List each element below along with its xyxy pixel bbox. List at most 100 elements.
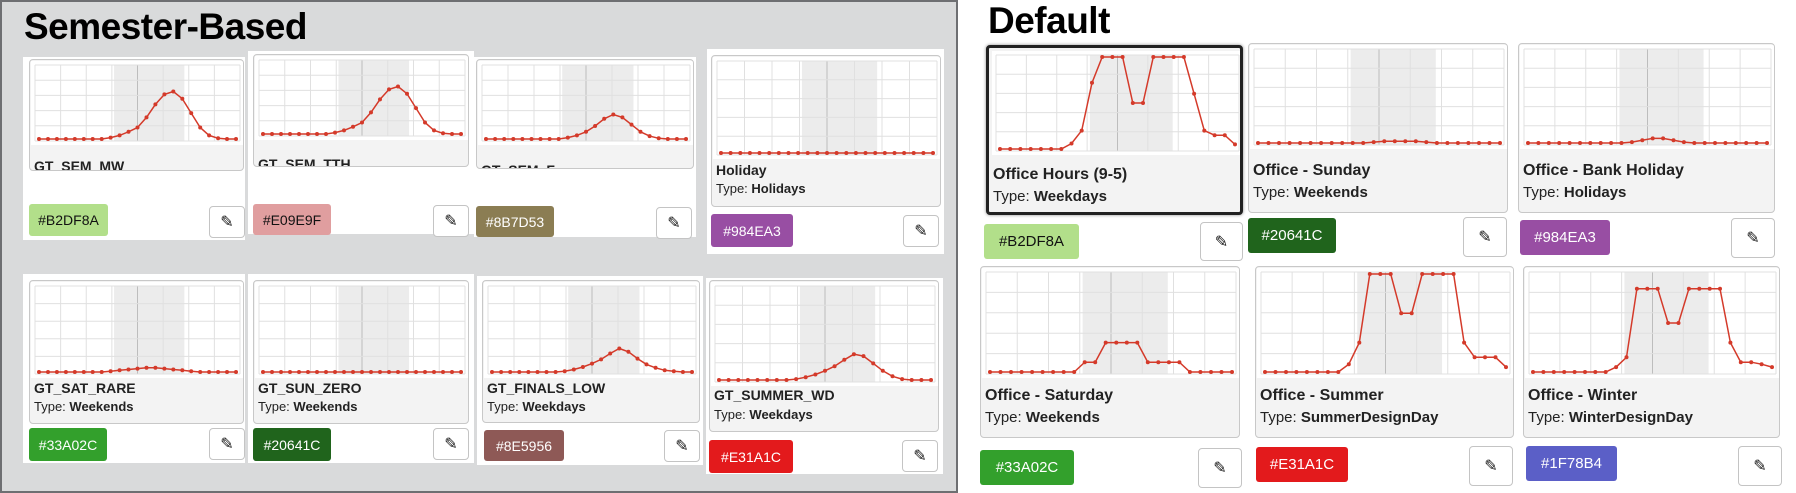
schedule-name: Office Hours (9-5) [993,166,1128,183]
chart-point [369,370,373,374]
chart-point [405,370,409,374]
edit-button[interactable]: ✎ [1198,448,1242,488]
edit-button[interactable]: ✎ [433,205,469,237]
chart-point [1219,370,1224,374]
chart-point [333,370,337,374]
color-swatch[interactable]: #984EA3 [1520,220,1610,255]
chart-point [1598,141,1603,145]
chart-point [459,132,463,136]
color-swatch[interactable]: #E31A1C [709,440,793,473]
color-swatch[interactable]: #984EA3 [711,214,793,247]
color-swatch[interactable]: #E09E9F [253,204,331,235]
schedule-card-gt-sem-f[interactable]: GT_SEM_FType: Friday [476,59,694,169]
schedule-card-office-bank-holiday[interactable]: Office - Bank Holiday Type: Holidays [1518,43,1775,213]
chart-point [520,137,525,141]
color-swatch[interactable]: #8E5956 [484,430,564,461]
pencil-icon: ✎ [220,214,234,231]
edit-button[interactable]: ✎ [1200,222,1243,261]
chart-point [1202,128,1207,133]
chart-point [1671,138,1676,143]
chart-point [1130,101,1135,105]
edit-button[interactable]: ✎ [1463,217,1507,257]
schedule-card-gt-finals-low[interactable]: GT_FINALS_LOW Type: Weekdays [482,280,700,423]
color-swatch[interactable]: #8B7D53 [476,206,554,237]
chart-point [1212,133,1217,138]
chart-point [508,370,513,374]
chart-point [189,369,194,374]
chart-point [333,130,337,135]
chart-point [1562,370,1567,374]
chart-point [1082,360,1087,365]
edit-button[interactable]: ✎ [902,440,938,472]
chart-point [1273,370,1278,374]
chart-point [1702,141,1707,145]
chart-point [90,137,95,141]
chart-point [207,370,212,374]
chart-point [861,354,866,359]
color-swatch[interactable]: #E31A1C [1256,447,1348,482]
schedule-card-gt-sun-zero[interactable]: GT_SUN_ZERO Type: Weekends [253,280,469,424]
schedule-card-gt-sem-tth[interactable]: GT_SEM_TTHType: Tuesday|Thursday [253,54,469,167]
schedule-card-office-saturday[interactable]: Office - Saturday Type: Weekends [980,266,1240,438]
schedule-card-gt-sem-mw[interactable]: GT_SEM_MWType: Monday|Wednesday [29,59,244,171]
chart-point [1277,141,1281,145]
schedule-card-gt-sat-rare[interactable]: GT_SAT_RARE Type: Weekends [29,280,244,424]
chart-point [1733,141,1738,145]
edit-button[interactable]: ✎ [656,207,692,239]
schedule-card-office-summer[interactable]: Office - Summer Type: SummerDesignDay [1255,266,1514,438]
edit-button[interactable]: ✎ [1469,446,1513,486]
chart-point [1686,286,1691,291]
chart-point [1609,141,1614,145]
chart-point [81,137,86,141]
schedule-card-office-hours[interactable]: Office Hours (9-5) Type: Weekdays [986,45,1243,215]
type-value: Holidays [1563,184,1627,201]
color-swatch[interactable]: #1F78B4 [1526,446,1617,481]
schedule-card-office-winter[interactable]: Office - Winter Type: WinterDesignDay [1523,266,1780,438]
chart-point [1298,141,1303,145]
chart-point [617,346,622,351]
chart-point [635,356,640,361]
type-label: Type: [1523,184,1560,201]
chart-point [1287,141,1292,145]
color-swatch[interactable]: #20641C [253,428,331,461]
chart-point [423,370,427,374]
edit-button[interactable]: ✎ [1738,446,1782,486]
edit-button[interactable]: ✎ [433,428,469,460]
chart-point [1340,141,1345,145]
edit-button[interactable]: ✎ [903,215,939,247]
chart-point [909,378,914,382]
edit-button[interactable]: ✎ [209,428,245,460]
schedule-name: GT_SEM_F [481,162,555,168]
edit-button[interactable]: ✎ [664,430,700,462]
chart-point [153,365,158,370]
schedule-chart [1525,268,1779,378]
edit-button[interactable]: ✎ [209,206,245,238]
chart-point [135,125,140,130]
chart-point [216,136,221,141]
color-swatch[interactable]: #33A02C [29,428,107,461]
color-swatch[interactable]: #20641C [1248,218,1336,253]
chart-point [1103,340,1108,345]
chart-point [99,137,104,141]
chart-point [1588,141,1593,145]
color-swatch[interactable]: #33A02C [980,450,1074,485]
schedule-card-office-sunday[interactable]: Office - Sunday Type: Weekends [1248,43,1508,213]
chart-point [1661,136,1666,141]
chart-point [882,151,887,155]
schedule-card-holiday[interactable]: Holiday Type: Holidays [711,55,941,207]
chart-point [1466,141,1471,145]
color-swatch[interactable]: #B2DF8A [29,204,108,236]
chart-point [726,378,731,382]
edit-button[interactable]: ✎ [1731,218,1775,258]
chart-point [1346,362,1351,367]
chart-point [1177,360,1182,365]
chart-point [517,370,522,374]
type-label: Type: [258,399,290,414]
color-swatch[interactable]: #B2DF8A [984,224,1079,259]
type-value: Weekdays [1033,188,1107,205]
chart-point [1230,370,1234,374]
chart-point [1666,321,1671,325]
schedule-name: GT_FINALS_LOW [487,380,606,396]
chart-point [863,151,868,155]
schedule-card-gt-summer-wd[interactable]: GT_SUMMER_WD Type: Weekdays [709,280,939,432]
